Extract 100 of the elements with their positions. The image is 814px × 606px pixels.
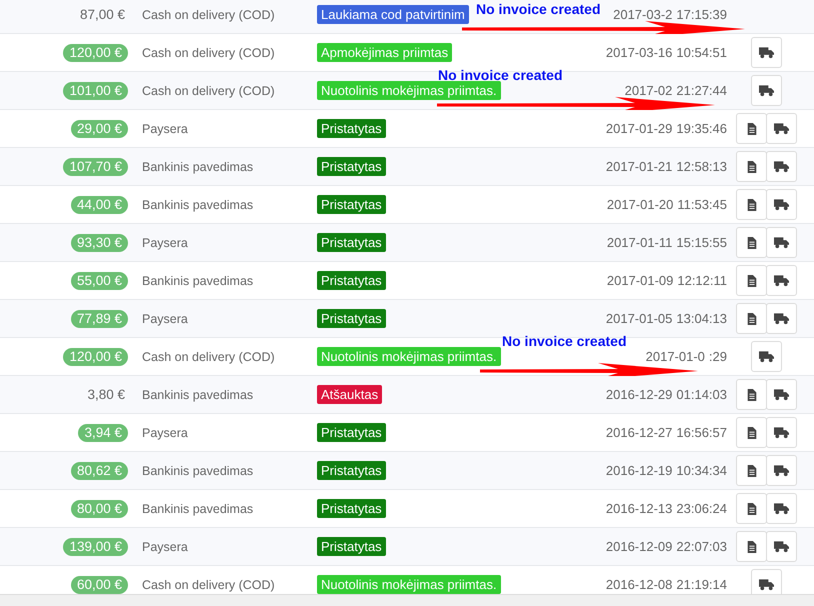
payment-method: Cash on delivery (COD): [142, 350, 275, 364]
invoice-button[interactable]: [736, 531, 767, 562]
order-time: 12:58:13: [676, 159, 727, 174]
truck-icon: [759, 46, 774, 59]
order-time: 01:14:03: [676, 387, 727, 402]
document-icon: [746, 274, 758, 288]
order-date: 2016-12-09: [606, 539, 672, 554]
shipping-button[interactable]: [766, 493, 797, 524]
order-date: 2017-03-2: [613, 7, 672, 22]
order-date: 2016-12-08: [606, 577, 672, 592]
document-icon: [746, 426, 758, 440]
payment-method: Cash on delivery (COD): [142, 84, 275, 98]
invoice-button[interactable]: [736, 227, 767, 258]
status-label: Pristatytas: [317, 271, 386, 290]
invoice-button[interactable]: [736, 303, 767, 334]
status-label: Pristatytas: [317, 195, 386, 214]
order-date: 2017-01-09: [606, 273, 674, 288]
order-time: 10:34:34: [676, 463, 727, 478]
order-time: 21:27:44: [676, 83, 727, 98]
document-icon: [746, 198, 758, 212]
document-icon: [746, 312, 758, 326]
payment-method: Bankinis pavedimas: [142, 388, 254, 402]
truck-icon: [774, 236, 789, 249]
shipping-button[interactable]: [751, 569, 782, 594]
status-label: Pristatytas: [317, 119, 386, 138]
order-time: 10:54:51: [676, 45, 727, 60]
status-label: Pristatytas: [317, 309, 386, 328]
shipping-button[interactable]: [766, 151, 797, 182]
order-date: 2016-12-19: [606, 463, 672, 478]
order-time: 11:53:45: [677, 197, 727, 212]
payment-method: Bankinis pavedimas: [142, 274, 254, 288]
shipping-button[interactable]: [766, 379, 797, 410]
document-icon: [746, 160, 758, 174]
shipping-button[interactable]: [751, 341, 782, 372]
truck-icon: [759, 350, 774, 363]
payment-method: Bankinis pavedimas: [142, 502, 254, 516]
truck-icon: [774, 426, 789, 439]
invoice-button[interactable]: [736, 151, 767, 182]
order-time: 22:07:03: [676, 539, 727, 554]
payment-method: Bankinis pavedimas: [142, 464, 254, 478]
shipping-button[interactable]: [766, 265, 797, 296]
shipping-button[interactable]: [751, 37, 782, 68]
truck-icon: [774, 312, 789, 325]
payment-method: Paysera: [142, 312, 188, 326]
shipping-button[interactable]: [766, 455, 797, 486]
order-date: 2017-03-16: [606, 45, 672, 60]
amount-badge: 60,00 €: [70, 576, 128, 594]
status-label: Nuotolinis mokėjimas priimtas.: [317, 81, 501, 100]
truck-icon: [774, 502, 789, 515]
shipping-button[interactable]: [766, 531, 797, 562]
truck-icon: [774, 540, 789, 553]
shipping-button[interactable]: [751, 75, 782, 106]
amount-badge: 80,00 €: [70, 500, 128, 518]
shipping-button[interactable]: [766, 189, 797, 220]
truck-icon: [774, 160, 789, 173]
amount-badge: 55,00 €: [70, 272, 128, 290]
truck-icon: [774, 464, 789, 477]
status-label: Laukiama cod patvirtinim: [317, 5, 469, 24]
invoice-button[interactable]: [736, 189, 767, 220]
order-time: 16:56:57: [676, 425, 727, 440]
order-date: 2017-02: [624, 83, 672, 98]
truck-icon: [774, 388, 789, 401]
order-date: 2017-01-11: [606, 235, 672, 250]
status-label: Apmokėjimas priimtas: [317, 43, 452, 62]
amount-badge: 101,00 €: [63, 82, 128, 100]
invoice-button[interactable]: [736, 493, 767, 524]
order-date: 2017-01-21: [606, 159, 672, 174]
amount-badge: 93,30 €: [70, 234, 128, 252]
order-date: 2017-01-0: [646, 349, 705, 364]
truck-icon: [774, 198, 789, 211]
amount-text: 3,80 €: [86, 386, 126, 404]
invoice-button[interactable]: [736, 455, 767, 486]
payment-method: Bankinis pavedimas: [142, 160, 254, 174]
status-label: Atšauktas: [317, 385, 382, 404]
status-label: Pristatytas: [317, 537, 386, 556]
payment-method: Paysera: [142, 540, 188, 554]
amount-badge: 29,00 €: [70, 120, 128, 138]
amount-badge: 139,00 €: [63, 538, 128, 556]
invoice-button[interactable]: [736, 417, 767, 448]
shipping-button[interactable]: [766, 303, 797, 334]
invoice-button[interactable]: [736, 379, 767, 410]
shipping-button[interactable]: [766, 113, 797, 144]
invoice-button[interactable]: [736, 113, 767, 144]
amount-badge: 3,94 €: [78, 424, 128, 442]
status-label: Pristatytas: [317, 423, 386, 442]
document-icon: [746, 502, 758, 516]
invoice-button[interactable]: [736, 265, 767, 296]
payment-method: Bankinis pavedimas: [142, 198, 254, 212]
order-time: 17:15:39: [676, 7, 727, 22]
status-label: Pristatytas: [317, 499, 386, 518]
payment-method: Cash on delivery (COD): [142, 578, 275, 592]
order-date: 2016-12-13: [606, 501, 672, 516]
order-time: 12:12:11: [677, 273, 727, 288]
payment-method: Cash on delivery (COD): [142, 8, 275, 22]
payment-method: Paysera: [142, 426, 188, 440]
shipping-button[interactable]: [766, 227, 797, 258]
document-icon: [746, 464, 758, 478]
shipping-button[interactable]: [766, 417, 797, 448]
amount-badge: 120,00 €: [63, 44, 128, 62]
order-date: 2017-01-05: [606, 311, 672, 326]
